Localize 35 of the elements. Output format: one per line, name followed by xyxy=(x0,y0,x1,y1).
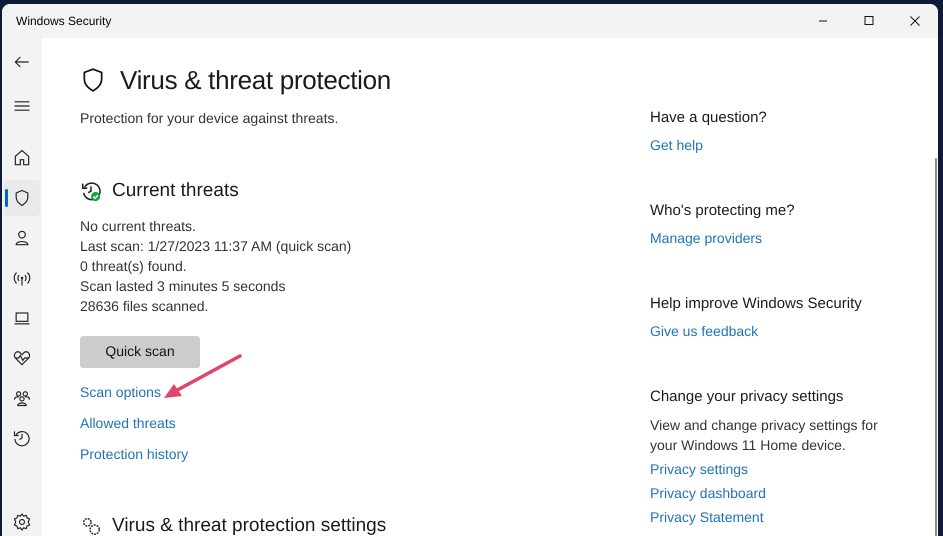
link[interactable]: Give us feedback xyxy=(650,321,758,341)
link[interactable]: Allowed threats xyxy=(80,412,176,432)
group-heading: Have a question? xyxy=(650,108,767,128)
link[interactable]: Manage providers xyxy=(650,228,762,248)
home-icon xyxy=(12,148,32,168)
page-subtitle: Protection for your device against threats. xyxy=(80,109,340,128)
group-description: View and change privacy settings for your Windows 11 Home device. xyxy=(650,416,879,455)
quick-scan-button[interactable]: Quick scan xyxy=(80,336,200,368)
section-heading: Virus & threat protection settings xyxy=(112,514,386,536)
people-icon xyxy=(12,388,32,408)
link[interactable]: Privacy Statement xyxy=(650,507,764,527)
gear-icon xyxy=(12,512,32,532)
link[interactable]: Protection history xyxy=(80,444,188,464)
link[interactable]: Get help xyxy=(650,135,703,155)
status-text: 28636 files scanned. xyxy=(80,296,208,316)
scrollbar[interactable] xyxy=(935,158,937,536)
group-heading: Help improve Windows Security xyxy=(650,294,862,314)
link[interactable]: Scan options xyxy=(80,382,161,402)
link[interactable]: Privacy settings xyxy=(650,459,748,479)
page-title: Virus & threat protection xyxy=(120,64,391,96)
nav-item[interactable] xyxy=(4,180,40,216)
section-heading: Current threats xyxy=(112,179,239,203)
window-title: Windows Security xyxy=(16,13,112,30)
history-check-icon xyxy=(80,180,102,202)
link[interactable]: Privacy dashboard xyxy=(650,483,766,503)
status-text: Scan lasted 3 minutes 5 seconds xyxy=(80,276,286,296)
status-text: 0 threat(s) found. xyxy=(80,256,187,276)
group-heading: Who's protecting me? xyxy=(650,201,795,221)
maximize-icon xyxy=(863,15,875,27)
close-icon xyxy=(909,15,921,27)
status-text: No current threats. xyxy=(80,216,196,236)
status-text: Last scan: 1/27/2023 11:37 AM (quick scan) xyxy=(80,236,352,256)
history-icon xyxy=(12,428,32,448)
heart-pulse-icon xyxy=(12,348,32,368)
group-heading: Change your privacy settings xyxy=(650,387,844,407)
